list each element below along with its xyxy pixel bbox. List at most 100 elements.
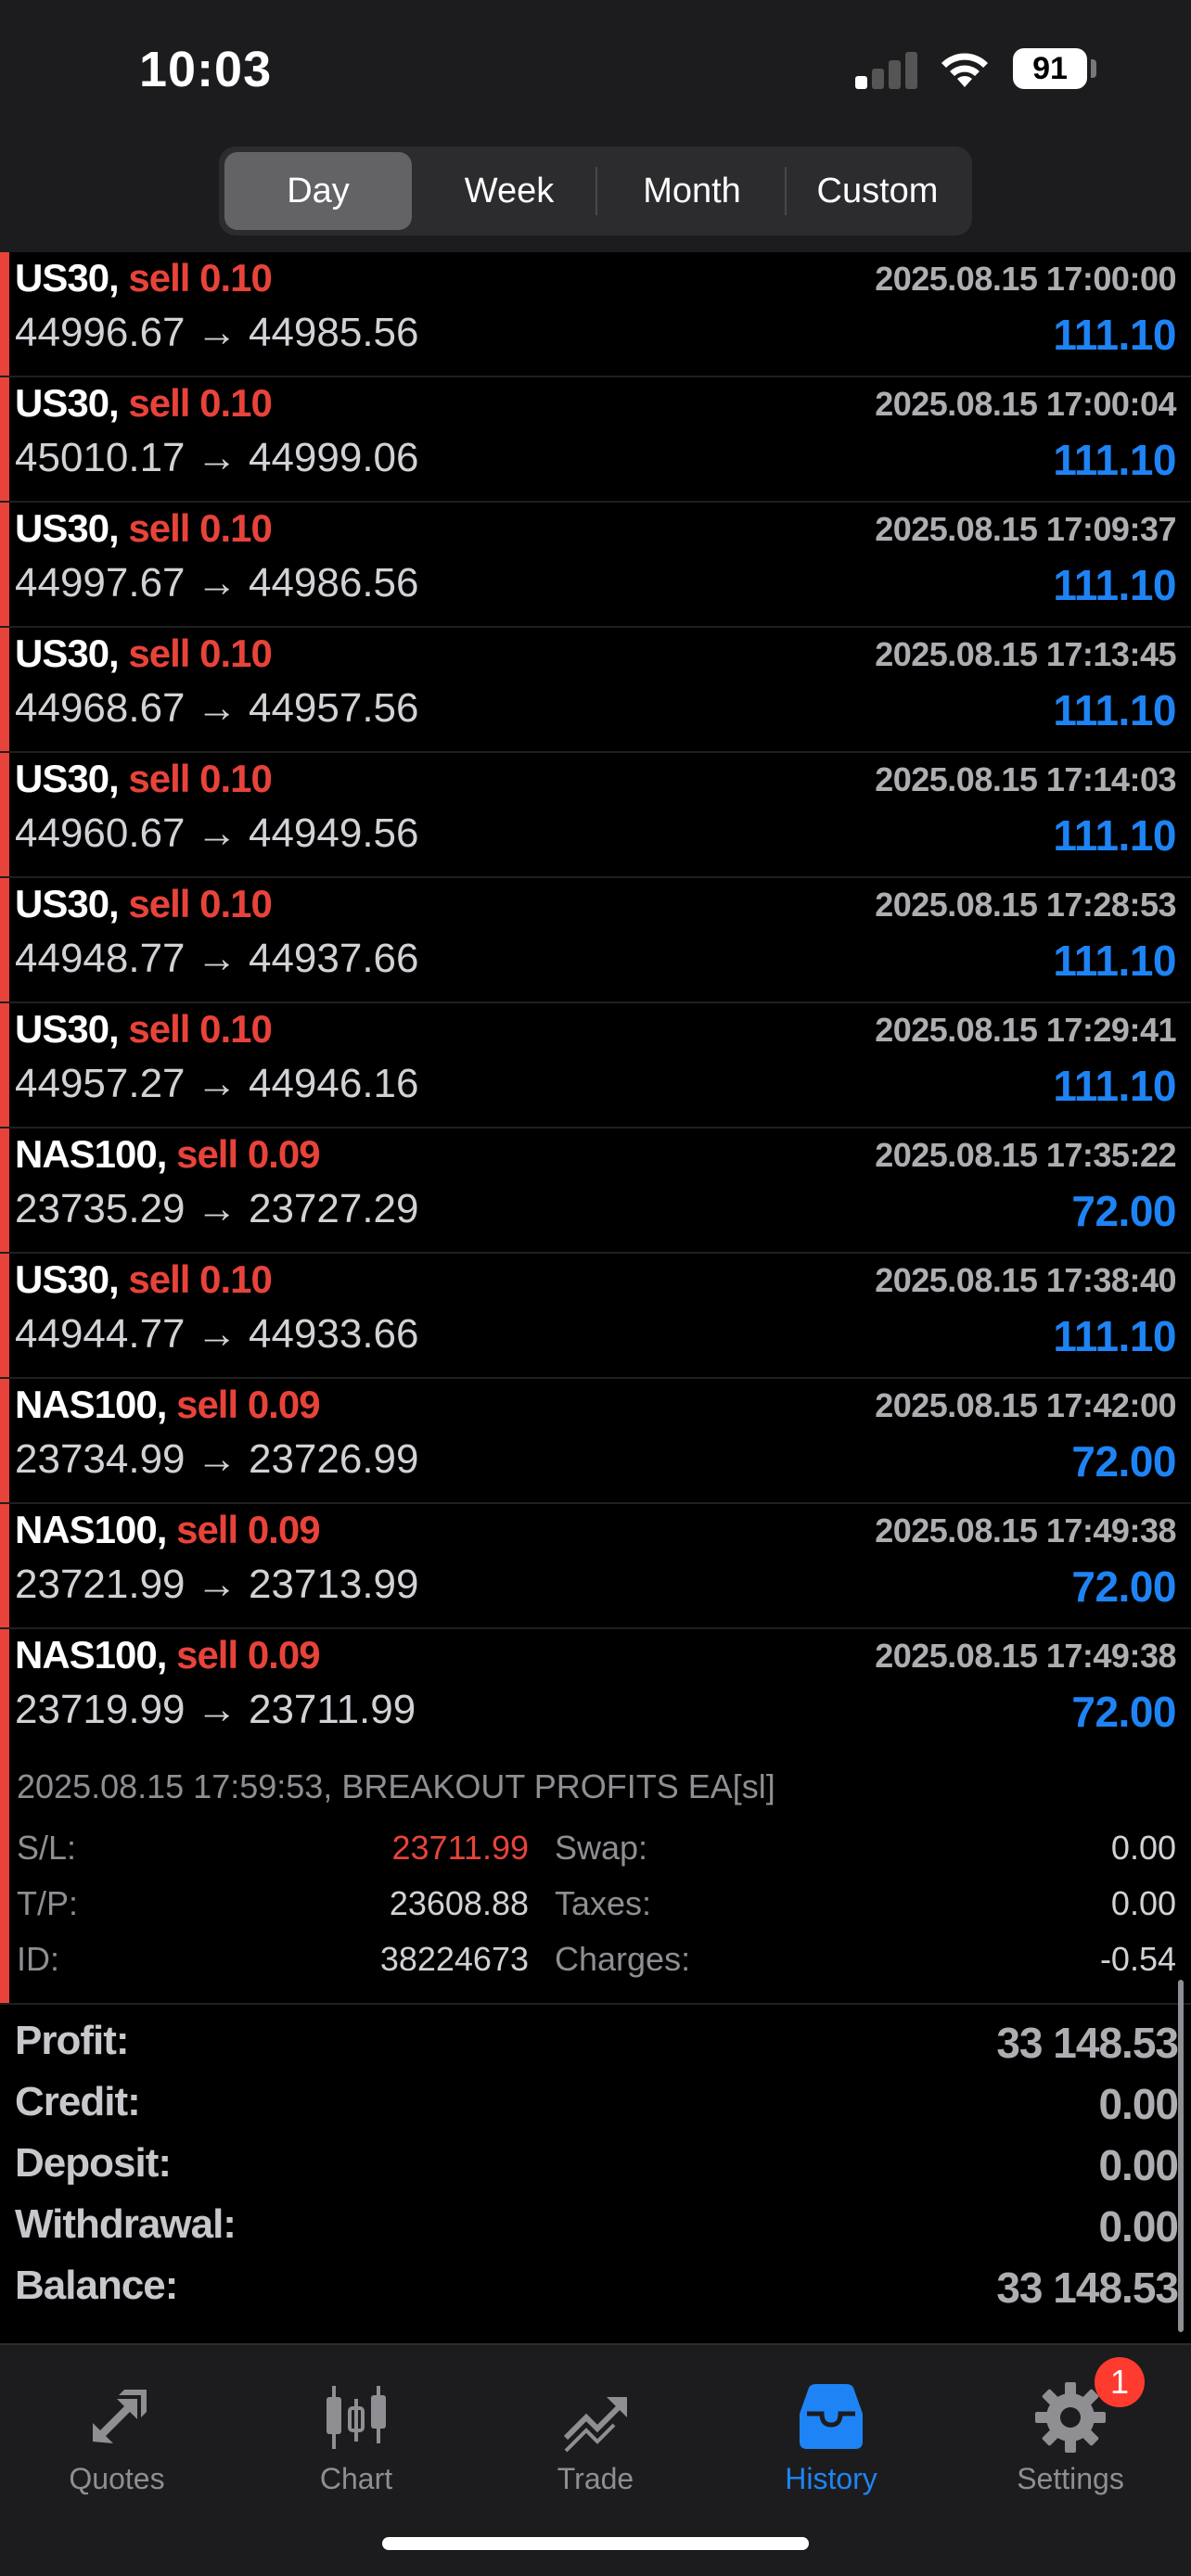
sell-indicator [0,377,9,501]
deal-type: sell 0.10 [128,1007,272,1051]
sell-indicator [0,1379,9,1502]
deal-time: 2025.08.15 17:14:03 [875,760,1176,798]
deal-prices: 23721.99 → 23713.99 [15,1562,419,1607]
deal-profit: 72.00 [1071,1688,1176,1736]
deal-profit: 111.10 [1053,811,1176,860]
deal-type: sell 0.09 [176,1508,320,1551]
deal-symbol: US30, [15,1257,120,1301]
sell-indicator [0,1629,9,1754]
status-time: 10:03 [139,42,273,97]
deal-profit: 111.10 [1053,686,1176,734]
deal-type: sell 0.10 [128,381,272,425]
deal-prices: 44968.67 → 44957.56 [15,685,419,731]
account-summary: Profit: 33 148.53 Credit: 0.00 Deposit: 0.0… [0,2012,1191,2341]
inbox-tray-icon [800,2384,863,2449]
deal-profit: 111.10 [1053,561,1176,609]
deal-profit: 72.00 [1071,1562,1176,1611]
sell-indicator [0,628,9,751]
home-indicator[interactable] [382,2537,809,2550]
deal-row[interactable]: US30, sell 0.10 44960.67 → 44949.56 2025.0… [0,753,1191,878]
swap-value: 0.00 [1110,1829,1176,1867]
tab-chart[interactable]: Chart [254,2364,458,2512]
deal-row[interactable]: US30, sell 0.10 44996.67 → 44985.56 2025.0… [0,252,1191,377]
summary-label: Credit: [15,2079,141,2124]
deal-symbol: US30, [15,757,120,800]
deal-type: sell 0.10 [128,882,272,925]
tab-label: Quotes [69,2462,165,2495]
deal-row[interactable]: US30, sell 0.10 44948.77 → 44937.66 2025.0… [0,878,1191,1003]
sl-value: 23711.99 [391,1829,529,1867]
deal-row[interactable]: NAS100, sell 0.09 23721.99 → 23713.99 2025… [0,1504,1191,1629]
deal-prices: 44948.77 → 44937.66 [15,936,419,981]
deal-symbol: NAS100, [15,1508,167,1551]
deal-time: 2025.08.15 17:49:38 [875,1637,1176,1675]
deal-detail: 2025.08.15 17:59:53, BREAKOUT PROFITS EA… [0,1754,1191,2005]
summary-profit: Profit: 33 148.53 [0,2012,1191,2073]
deal-profit: 111.10 [1053,1062,1176,1110]
deal-row[interactable]: NAS100, sell 0.09 23735.29 → 23727.29 2025… [0,1129,1191,1254]
deal-symbol: US30, [15,506,120,550]
summary-withdrawal: Withdrawal: 0.00 [0,2196,1191,2257]
summary-value: 33 148.53 [996,2019,1179,2067]
sell-indicator [0,753,9,876]
deal-type: sell 0.10 [128,506,272,550]
id-value: 38224673 [379,1940,529,1978]
summary-label: Balance: [15,2263,178,2308]
summary-value: 33 148.53 [996,2264,1179,2312]
deal-row[interactable]: US30, sell 0.10 45010.17 → 44999.06 2025.0… [0,377,1191,503]
summary-label: Withdrawal: [15,2201,237,2247]
trend-line-icon [563,2397,627,2453]
summary-deposit: Deposit: 0.00 [0,2135,1191,2196]
summary-credit: Credit: 0.00 [0,2073,1191,2135]
deal-symbol: US30, [15,1007,120,1051]
deal-symbol: US30, [15,882,120,925]
deal-symbol: US30, [15,256,120,300]
charges-value: -0.54 [1099,1940,1176,1978]
period-custom[interactable]: Custom [787,152,968,230]
tp-value: 23608.88 [389,1884,529,1922]
taxes-label: Taxes: [555,1884,652,1922]
segment-divider [596,167,597,215]
deal-row[interactable]: US30, sell 0.10 44944.77 → 44933.66 2025.0… [0,1254,1191,1379]
tab-history[interactable]: History [729,2364,933,2512]
summary-value: 0.00 [1098,2080,1179,2128]
deal-row-expanded[interactable]: NAS100, sell 0.09 23719.99 → 23711.99 2025… [0,1629,1191,1754]
deal-row[interactable]: NAS100, sell 0.09 23734.99 → 23726.99 2025… [0,1379,1191,1504]
summary-value: 0.00 [1098,2202,1179,2251]
sell-indicator [0,1129,9,1252]
tp-label: T/P: [17,1884,79,1922]
deal-symbol: NAS100, [15,1383,167,1426]
period-week[interactable]: Week [419,152,599,230]
sell-indicator [0,878,9,1001]
period-day[interactable]: Day [224,152,412,230]
tab-trade[interactable]: Trade [493,2364,698,2512]
charges-label: Charges: [555,1940,691,1978]
deal-prices: 23734.99 → 23726.99 [15,1436,419,1482]
tab-quotes[interactable]: Quotes [15,2364,219,2512]
summary-value: 0.00 [1098,2141,1179,2189]
deal-profit: 72.00 [1071,1187,1176,1235]
period-selector: Day Week Month Custom [219,147,972,236]
deal-type: sell 0.10 [128,631,272,675]
deal-time: 2025.08.15 17:09:37 [875,510,1176,548]
history-list: US30, sell 0.10 44996.67 → 44985.56 2025.0… [0,252,1191,2005]
tab-label: Chart [319,2462,393,2495]
deal-row[interactable]: US30, sell 0.10 44957.27 → 44946.16 2025.0… [0,1003,1191,1129]
summary-label: Profit: [15,2018,130,2063]
deal-row[interactable]: US30, sell 0.10 44968.67 → 44957.56 2025.0… [0,628,1191,753]
scrollbar[interactable] [1178,1980,1184,2332]
sell-indicator [0,1003,9,1127]
deal-type: sell 0.10 [128,757,272,800]
period-month[interactable]: Month [599,152,785,230]
deal-type: sell 0.09 [176,1383,320,1426]
sell-indicator [0,1254,9,1377]
deal-time: 2025.08.15 17:49:38 [875,1511,1176,1549]
quotes-arrows-icon [93,2390,147,2443]
deal-prices: 44960.67 → 44949.56 [15,810,419,856]
cellular-signal-icon [855,52,920,89]
candlestick-icon [327,2386,386,2449]
deal-row[interactable]: US30, sell 0.10 44997.67 → 44986.56 2025.0… [0,503,1191,628]
deal-symbol: NAS100, [15,1633,167,1677]
sell-indicator [0,1504,9,1627]
battery-tip [1091,59,1096,78]
